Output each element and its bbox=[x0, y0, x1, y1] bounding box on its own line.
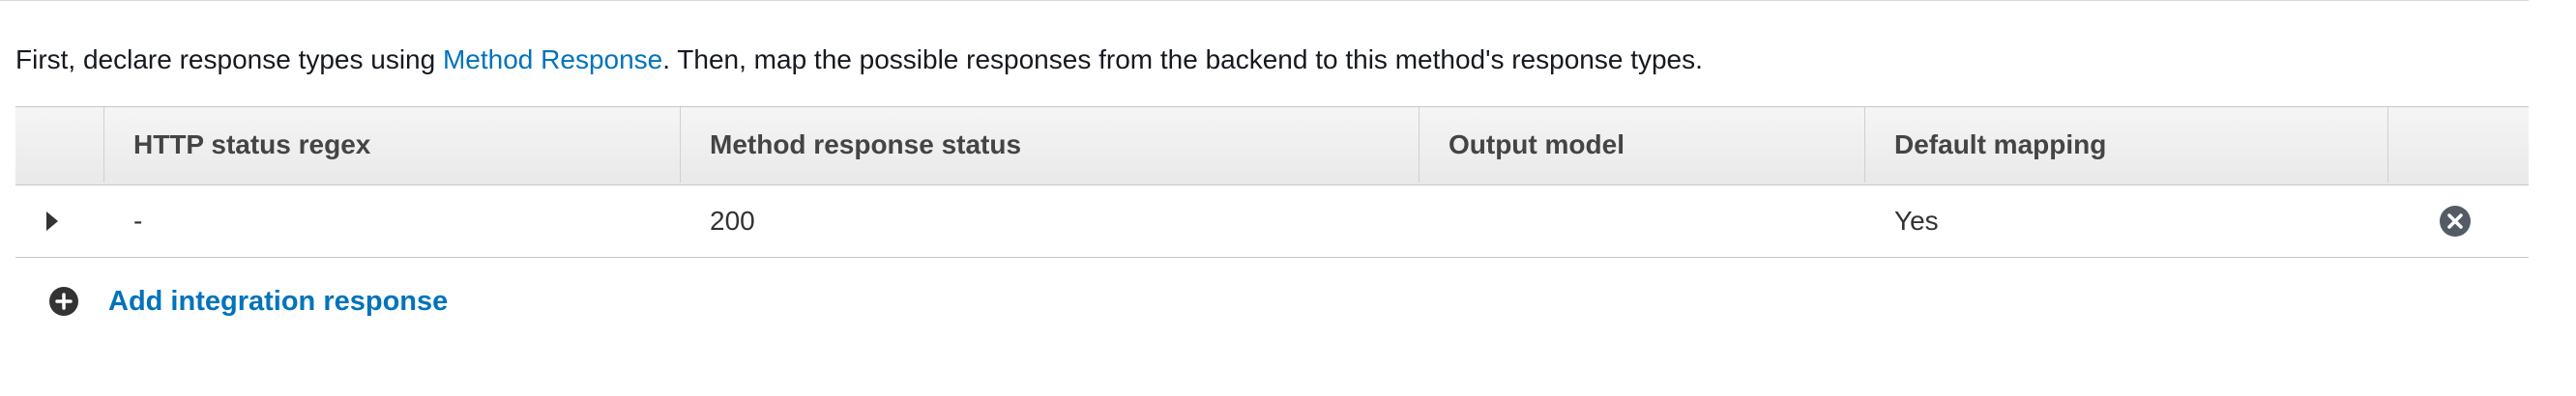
header-method-response-status: Method response status bbox=[681, 107, 1420, 183]
cell-method-response-status: 200 bbox=[710, 206, 755, 236]
method-response-link[interactable]: Method Response bbox=[443, 44, 662, 74]
remove-circle-icon[interactable] bbox=[2439, 205, 2472, 238]
intro-text: First, declare response types using Meth… bbox=[15, 41, 1703, 79]
add-integration-response-button[interactable]: Add integration response bbox=[48, 282, 448, 321]
header-expander-column bbox=[15, 107, 104, 183]
table-row[interactable]: - 200 Yes bbox=[15, 185, 2529, 258]
caret-right-icon[interactable] bbox=[44, 211, 60, 232]
table-header: HTTP status regex Method response status… bbox=[15, 106, 2529, 185]
cell-output-model bbox=[1420, 185, 1865, 257]
cell-http-status-regex: - bbox=[133, 206, 143, 236]
cell-default-mapping: Yes bbox=[1894, 206, 1939, 236]
intro-suffix: . Then, map the possible responses from … bbox=[662, 44, 1703, 74]
add-circle-icon[interactable] bbox=[48, 286, 79, 317]
intro-prefix: First, declare response types using bbox=[15, 44, 443, 74]
header-actions-column bbox=[2388, 107, 2529, 183]
expander-cell bbox=[15, 185, 104, 257]
integration-responses-table: HTTP status regex Method response status… bbox=[15, 106, 2529, 258]
header-default-mapping: Default mapping bbox=[1865, 107, 2388, 183]
cell-actions bbox=[2388, 185, 2529, 257]
header-output-model: Output model bbox=[1420, 107, 1865, 183]
add-integration-response-link[interactable]: Add integration response bbox=[108, 286, 448, 318]
top-divider bbox=[0, 0, 2529, 1]
header-http-status-regex: HTTP status regex bbox=[104, 107, 681, 183]
